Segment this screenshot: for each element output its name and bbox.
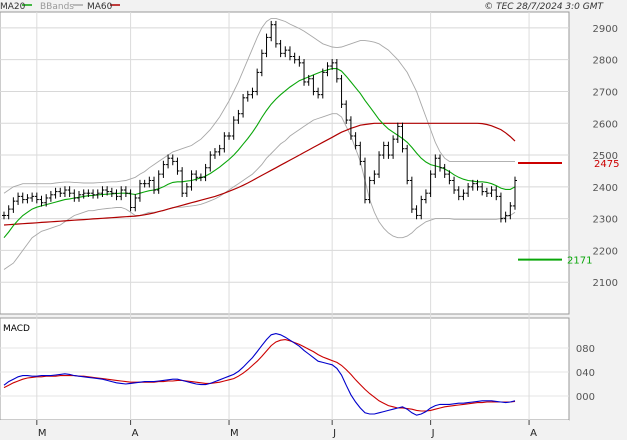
month-tick-label: A bbox=[132, 428, 139, 439]
month-tick-label: M bbox=[230, 428, 239, 439]
price-tick-label: 2300 bbox=[593, 215, 618, 226]
month-tick-label: A bbox=[530, 428, 537, 439]
price-tick-label: 2200 bbox=[593, 246, 618, 257]
macd-tick-label: 080 bbox=[576, 344, 595, 355]
price-tick-label: 2700 bbox=[593, 87, 618, 98]
y-axis-ticks: 2100 2200 2300 2400 2500 2600 2700 2800 2900 000 0… bbox=[576, 24, 618, 403]
price-tick-label: 2900 bbox=[593, 24, 618, 35]
month-tick-label: M bbox=[38, 428, 47, 439]
price-tick-label: 2400 bbox=[593, 183, 618, 194]
legend: MA20 BBands MA60 bbox=[0, 2, 120, 12]
price-tick-label: 2600 bbox=[593, 119, 618, 130]
legend-ma20-label: MA20 bbox=[0, 2, 26, 12]
price-tick-label: 2500 bbox=[593, 151, 618, 162]
month-tick-label: J bbox=[332, 428, 336, 439]
macd-panel bbox=[0, 317, 570, 421]
macd-title: MACD bbox=[3, 324, 30, 334]
price-tick-label: 2100 bbox=[593, 278, 618, 289]
macd-tick-label: 040 bbox=[576, 368, 595, 379]
month-tick-label: J bbox=[431, 428, 435, 439]
level-label: 2171 bbox=[567, 256, 592, 267]
legend-ma60-label: MA60 bbox=[87, 2, 113, 12]
price-tick-label: 2800 bbox=[593, 56, 618, 67]
date-axis-strip bbox=[0, 420, 569, 440]
source-timestamp: © TEC 28/7/2024 3:0 GMT bbox=[484, 2, 604, 12]
legend-bbands-label: BBands bbox=[40, 2, 74, 12]
chart-svg: 24752171 2100220023002400250026002700280… bbox=[0, 2, 619, 440]
macd-tick-label: 000 bbox=[576, 392, 595, 403]
